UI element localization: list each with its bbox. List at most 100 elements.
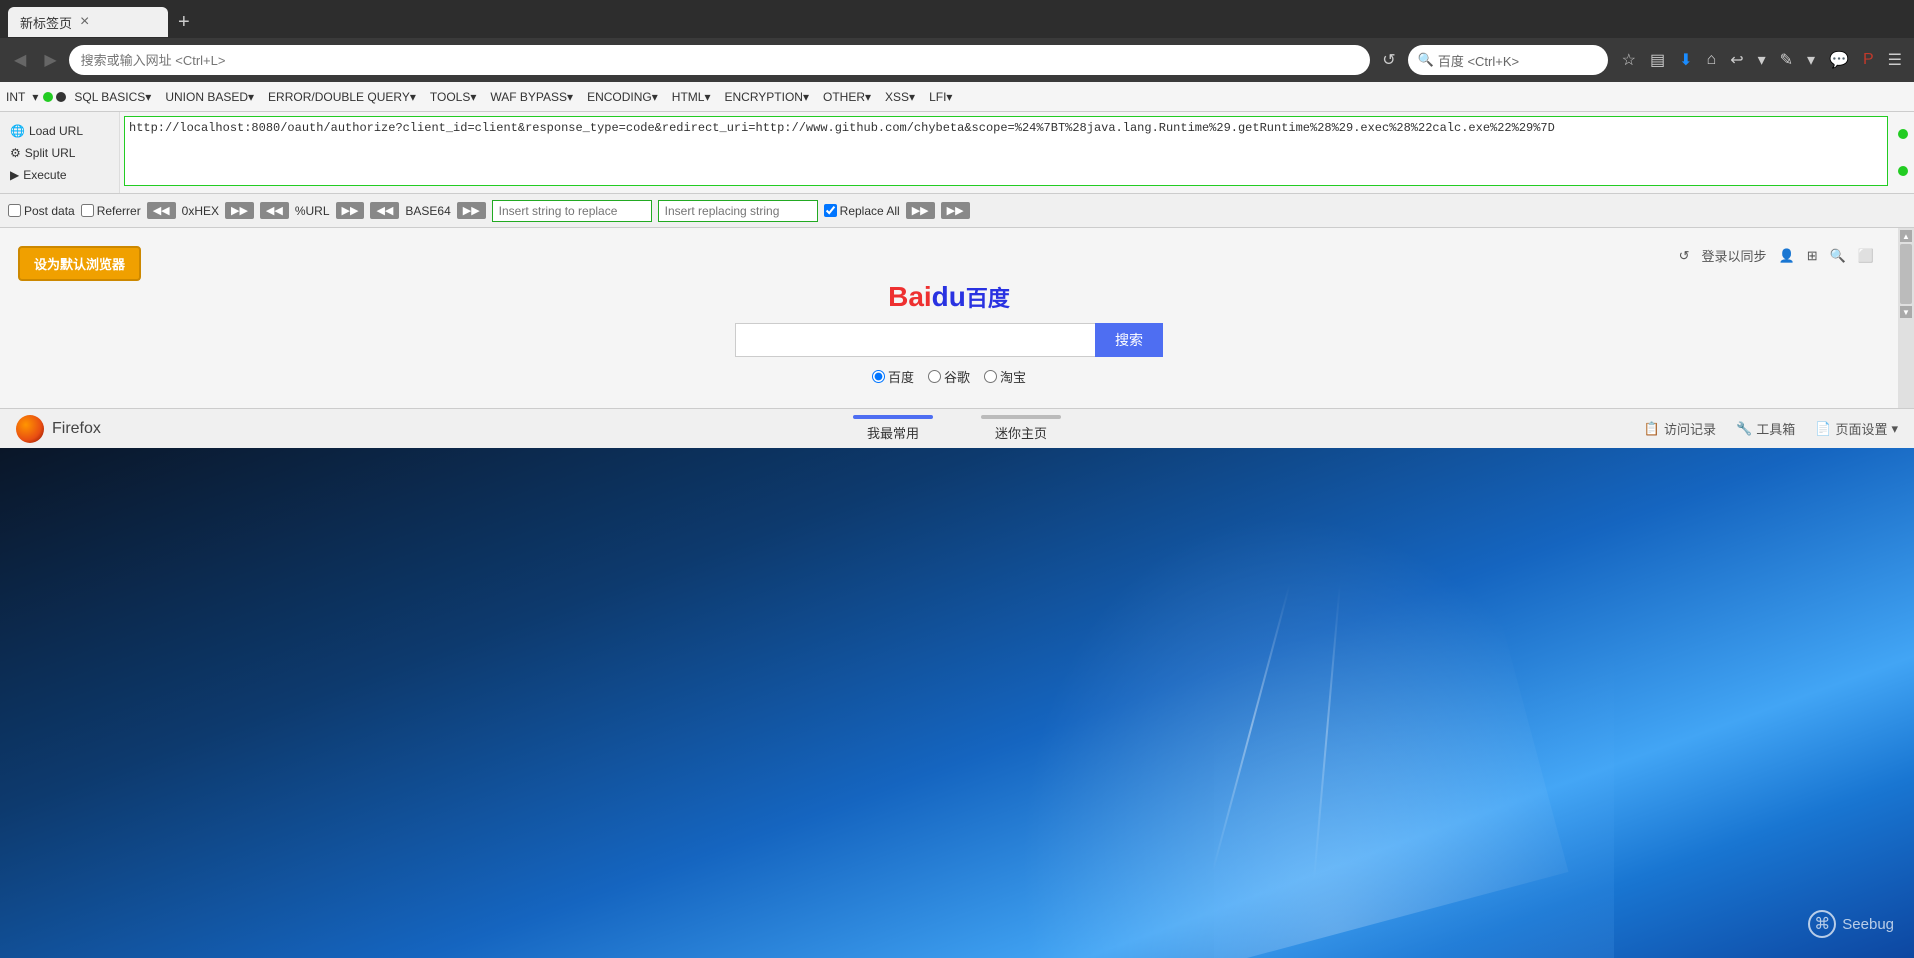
history-nav-icon[interactable]: ↩: [1726, 48, 1747, 72]
xss-menu[interactable]: XSS▾: [879, 87, 921, 107]
refresh-button[interactable]: ↺: [1376, 46, 1401, 74]
replace-string-input[interactable]: [492, 200, 652, 222]
dot-green1: [43, 92, 53, 102]
sync-label: 登录以同步: [1702, 246, 1767, 265]
bottom-bar: Firefox 我最常用 迷你主页 📋 访问记录 🔧 工具箱 📄: [0, 408, 1914, 448]
radio-taobao-text: 淘宝: [1000, 367, 1026, 386]
int-dropdown[interactable]: ▾: [30, 90, 40, 104]
replace-all-label[interactable]: Replace All: [824, 204, 900, 218]
base64-left-arrow[interactable]: ◀◀: [370, 202, 399, 219]
load-url-button[interactable]: 🌐 Load URL: [6, 122, 87, 140]
tab-title: 新标签页: [20, 13, 72, 32]
replace-arrow2[interactable]: ▶▶: [941, 202, 970, 219]
lfi-menu[interactable]: LFI▾: [923, 87, 958, 107]
seebug-text: Seebug: [1842, 916, 1894, 933]
reader-icon[interactable]: ▤: [1646, 48, 1669, 72]
replace-arrow1[interactable]: ▶▶: [906, 202, 935, 219]
bookmark-icon[interactable]: ☆: [1618, 48, 1640, 72]
radio-baidu[interactable]: [872, 370, 885, 383]
nav-arrow-icon[interactable]: ▾: [1754, 48, 1770, 72]
baidu-search-button[interactable]: 搜索: [1095, 323, 1163, 357]
url-textarea-wrap: http://localhost:8080/oauth/authorize?cl…: [120, 112, 1892, 193]
bottom-nav: 我最常用 迷你主页: [829, 415, 1085, 442]
execute-button[interactable]: ▶ Execute: [6, 166, 71, 184]
nav-mini-home-text: 迷你主页: [995, 423, 1047, 442]
url-right-arrow[interactable]: ▶▶: [336, 202, 365, 219]
radio-taobao[interactable]: [984, 370, 997, 383]
referrer-text: Referrer: [97, 204, 141, 218]
url-left-arrow[interactable]: ◀◀: [260, 202, 289, 219]
firefox-icon: [16, 415, 44, 443]
radio-google-label[interactable]: 谷歌: [928, 367, 970, 386]
radio-baidu-label[interactable]: 百度: [872, 367, 914, 386]
default-browser-button[interactable]: 设为默认浏览器: [18, 246, 141, 281]
search-label: 百度 <Ctrl+K>: [1438, 51, 1519, 70]
dot-dark1: [56, 92, 66, 102]
waf-bypass-menu[interactable]: WAF BYPASS▾: [484, 87, 579, 107]
search-box[interactable]: 🔍 百度 <Ctrl+K>: [1408, 45, 1608, 75]
base64-right-arrow[interactable]: ▶▶: [457, 202, 486, 219]
toolbox-icon: 🔧: [1736, 421, 1752, 437]
menu-icon[interactable]: ☰: [1884, 48, 1906, 72]
grid-icon: ⊞: [1807, 248, 1818, 264]
baidu-logo: Baidu百度: [888, 281, 1010, 313]
hex-left-arrow[interactable]: ◀◀: [147, 202, 176, 219]
load-url-label: Load URL: [29, 124, 83, 138]
address-input[interactable]: [69, 45, 1371, 75]
home-icon[interactable]: ⌂: [1703, 49, 1721, 71]
page-settings-link[interactable]: 📄 页面设置 ▾: [1815, 419, 1898, 438]
encryption-menu[interactable]: ENCRYPTION▾: [719, 87, 815, 107]
address-bar: ◀ ▶ ↺ 🔍 百度 <Ctrl+K> ☆ ▤ ⬇ ⌂ ↩ ▾ ✎ ▾ 💬 P …: [0, 38, 1914, 82]
scrollbar-track: ▲ ▼: [1898, 228, 1914, 408]
back-button[interactable]: ◀: [8, 46, 32, 74]
hex-right-arrow[interactable]: ▶▶: [225, 202, 254, 219]
history-link[interactable]: 📋 访问记录: [1644, 419, 1716, 438]
referrer-checkbox[interactable]: [81, 204, 94, 217]
replacing-string-input[interactable]: [658, 200, 818, 222]
error-double-query-menu[interactable]: ERROR/DOUBLE QUERY▾: [262, 87, 422, 107]
scroll-up-button[interactable]: ▲: [1900, 230, 1912, 242]
post-data-label[interactable]: Post data: [8, 204, 75, 218]
nav-most-used[interactable]: 我最常用: [829, 415, 957, 442]
union-based-menu[interactable]: UNION BASED▾: [159, 87, 260, 107]
post-data-text: Post data: [24, 204, 75, 218]
int-label: INT: [4, 90, 27, 104]
html-menu[interactable]: HTML▾: [666, 87, 717, 107]
forward-button[interactable]: ▶: [38, 46, 62, 74]
radio-taobao-label[interactable]: 淘宝: [984, 367, 1026, 386]
post-data-checkbox[interactable]: [8, 204, 21, 217]
toolbar-icons: ☆ ▤ ⬇ ⌂ ↩ ▾ ✎ ▾ 💬 P ☰: [1618, 48, 1906, 72]
browser-content: 设为默认浏览器 ↺ 登录以同步 👤 ⊞ 🔍 ⬜ Baidu百度: [0, 228, 1914, 408]
options-bar: Post data Referrer ◀◀ 0xHEX ▶▶ ◀◀ %URL ▶…: [0, 194, 1914, 228]
url-input[interactable]: http://localhost:8080/oauth/authorize?cl…: [124, 116, 1888, 186]
radio-google[interactable]: [928, 370, 941, 383]
tab-icon: ⬜: [1858, 248, 1874, 264]
scroll-down-button[interactable]: ▼: [1900, 306, 1912, 318]
baidu-search-input[interactable]: [735, 323, 1095, 357]
active-tab[interactable]: 新标签页 ×: [8, 7, 168, 37]
toolbox-link[interactable]: 🔧 工具箱: [1736, 419, 1795, 438]
sql-basics-menu[interactable]: SQL BASICS▾: [68, 87, 157, 107]
download-icon[interactable]: ⬇: [1675, 48, 1696, 72]
referrer-label[interactable]: Referrer: [81, 204, 141, 218]
history-icon: 📋: [1644, 421, 1660, 437]
nav-mini-home[interactable]: 迷你主页: [957, 415, 1085, 442]
new-tab-button[interactable]: +: [172, 9, 196, 36]
split-url-button[interactable]: ⚙ Split URL: [6, 144, 79, 162]
pocket-icon[interactable]: P: [1859, 49, 1878, 71]
page-settings-text: 页面设置: [1835, 419, 1887, 438]
customize-icon[interactable]: ✎: [1776, 48, 1797, 72]
sync-area: ↺ 登录以同步 👤 ⊞ 🔍 ⬜: [1679, 246, 1874, 265]
nav-arrow2-icon[interactable]: ▾: [1803, 48, 1819, 72]
scroll-thumb[interactable]: [1900, 244, 1912, 304]
tools-menu[interactable]: TOOLS▾: [424, 87, 482, 107]
url-side-dots: [1892, 112, 1914, 193]
dot-green3: [1898, 166, 1908, 176]
encoding-menu[interactable]: ENCODING▾: [581, 87, 664, 107]
chat-icon[interactable]: 💬: [1825, 48, 1853, 72]
other-menu[interactable]: OTHER▾: [817, 87, 877, 107]
replace-all-checkbox[interactable]: [824, 204, 837, 217]
tab-close-icon[interactable]: ×: [80, 13, 89, 31]
radio-baidu-text: 百度: [888, 367, 914, 386]
windows-logo-area: [1214, 508, 1564, 858]
